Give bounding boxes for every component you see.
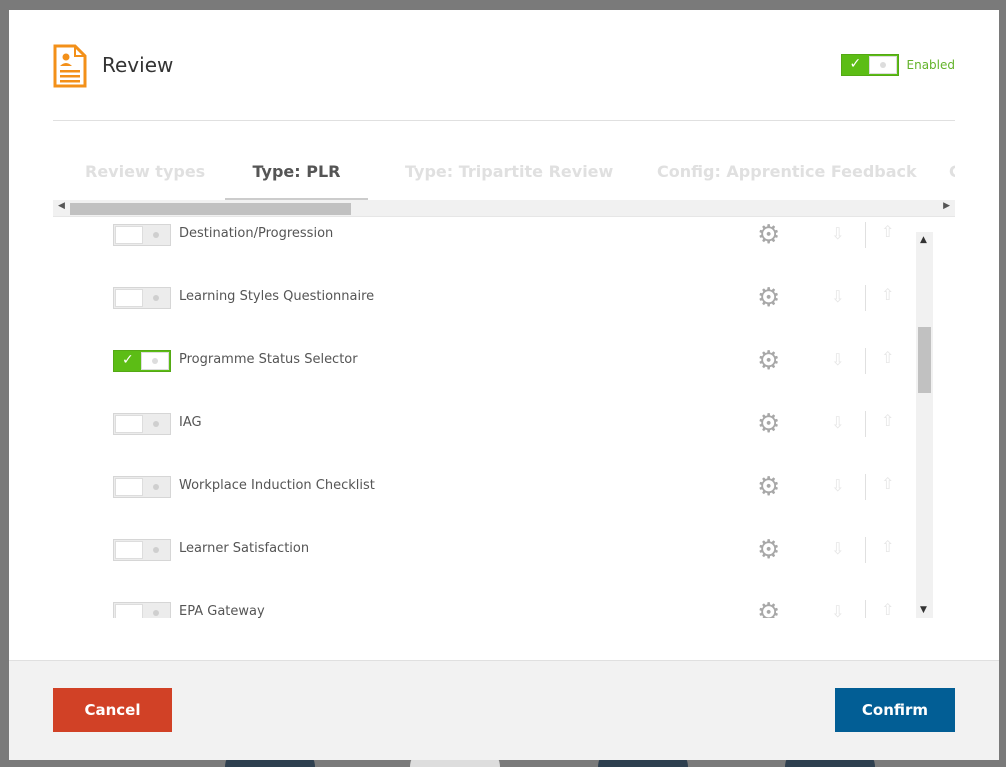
header-divider [53,120,955,121]
check-icon: ✓ [849,56,862,72]
toggle-dot [153,547,159,553]
move-down-icon[interactable]: ⇩ [831,413,844,432]
move-up-icon[interactable]: ⇧ [881,222,894,241]
toggle-dot [153,421,159,427]
toggle-dot [153,484,159,490]
move-down-icon[interactable]: ⇩ [831,476,844,495]
tab-type-tripartite-review[interactable]: Type: Tripartite Review [405,150,613,200]
enabled-control: ✓ Enabled [840,54,956,76]
list-item: ✓ EPA Gateway ⚙ ⇩ ⇧ [53,588,913,618]
item-label: Learning Styles Questionnaire [179,289,375,304]
move-up-icon[interactable]: ⇧ [881,285,894,304]
item-label: Learner Satisfaction [179,541,310,556]
action-separator [865,537,866,563]
toggle-knob [115,226,143,244]
scroll-down-arrow-icon[interactable]: ▼ [920,605,927,615]
action-separator [865,285,866,311]
modal-header: Review ✓ Enabled [53,44,955,100]
toggle-knob [868,56,897,74]
review-modal: Review ✓ Enabled Review types Type: PLR … [9,10,999,760]
tab-partial[interactable]: C [949,150,955,200]
item-toggle[interactable]: ✓ [113,224,171,246]
list-item: ✓ Learner Satisfaction ⚙ ⇩ ⇧ [53,525,913,588]
move-down-icon[interactable]: ⇩ [831,224,844,243]
move-down-icon[interactable]: ⇩ [831,602,844,618]
gear-icon[interactable]: ⚙ [757,474,780,500]
move-up-icon[interactable]: ⇧ [881,348,894,367]
tabs-horizontal-scrollbar[interactable]: ◀ ▶ [53,200,955,217]
tab-bar: Review types Type: PLR Type: Tripartite … [53,150,955,200]
item-label: EPA Gateway [179,604,265,618]
check-icon: ✓ [122,352,134,368]
item-toggle[interactable]: ✓ [113,350,171,372]
toggle-knob [115,478,143,496]
item-toggle[interactable]: ✓ [113,413,171,435]
gear-icon[interactable]: ⚙ [757,537,780,563]
move-down-icon[interactable]: ⇩ [831,287,844,306]
move-up-icon[interactable]: ⇧ [881,411,894,430]
move-down-icon[interactable]: ⇩ [831,350,844,369]
action-separator [865,600,866,618]
gear-icon[interactable]: ⚙ [757,348,780,374]
toggle-knob [115,604,143,618]
enabled-toggle[interactable]: ✓ [840,54,899,76]
tab-review-types[interactable]: Review types [85,150,205,200]
toggle-dot [153,610,159,616]
item-label: Workplace Induction Checklist [179,478,375,493]
action-separator [865,411,866,437]
action-separator [865,474,866,500]
action-separator [865,222,866,248]
item-label: IAG [179,415,202,430]
list-item: ✓ Learning Styles Questionnaire ⚙ ⇩ ⇧ [53,273,913,336]
gear-icon[interactable]: ⚙ [757,411,780,437]
modal-title: Review [102,53,174,77]
scroll-left-arrow-icon[interactable]: ◀ [58,201,65,211]
enabled-label: Enabled [906,58,956,72]
toggle-knob [115,541,143,559]
toggle-knob [115,289,143,307]
move-up-icon[interactable]: ⇧ [881,537,894,556]
action-separator [865,348,866,374]
toggle-dot [153,295,159,301]
scrollbar-thumb[interactable] [70,203,351,215]
gear-icon[interactable]: ⚙ [757,600,780,618]
item-label: Programme Status Selector [179,352,358,367]
list-item: ✓ Programme Status Selector ⚙ ⇩ ⇧ [53,336,913,399]
list-vertical-scrollbar[interactable]: ▲ ▼ [916,232,933,618]
list-item: ✓ IAG ⚙ ⇩ ⇧ [53,399,913,462]
list-item: ✓ Destination/Progression ⚙ ⇩ ⇧ [53,218,913,273]
item-toggle[interactable]: ✓ [113,539,171,561]
list-item: ✓ Workplace Induction Checklist ⚙ ⇩ ⇧ [53,462,913,525]
scroll-right-arrow-icon[interactable]: ▶ [943,201,950,211]
modal-footer: Cancel Confirm [9,660,999,760]
item-toggle[interactable]: ✓ [113,476,171,498]
move-down-icon[interactable]: ⇩ [831,539,844,558]
scroll-up-arrow-icon[interactable]: ▲ [920,235,927,245]
gear-icon[interactable]: ⚙ [757,285,780,311]
toggle-dot [153,232,159,238]
review-document-icon [53,44,87,88]
confirm-button[interactable]: Confirm [835,688,955,732]
tab-config-apprentice-feedback[interactable]: Config: Apprentice Feedback [657,150,917,200]
move-up-icon[interactable]: ⇧ [881,474,894,493]
item-toggle[interactable]: ✓ [113,602,171,618]
tab-type-plr[interactable]: Type: PLR [225,150,368,200]
toggle-knob [141,352,169,370]
scrollbar-thumb[interactable] [918,327,931,393]
gear-icon[interactable]: ⚙ [757,222,780,248]
move-up-icon[interactable]: ⇧ [881,600,894,618]
toggle-knob [115,415,143,433]
cancel-button[interactable]: Cancel [53,688,172,732]
item-label: Destination/Progression [179,226,334,241]
item-toggle[interactable]: ✓ [113,287,171,309]
review-items-list: ✓ Destination/Progression ⚙ ⇩ ⇧ ✓ Learning Sty… [53,218,933,618]
